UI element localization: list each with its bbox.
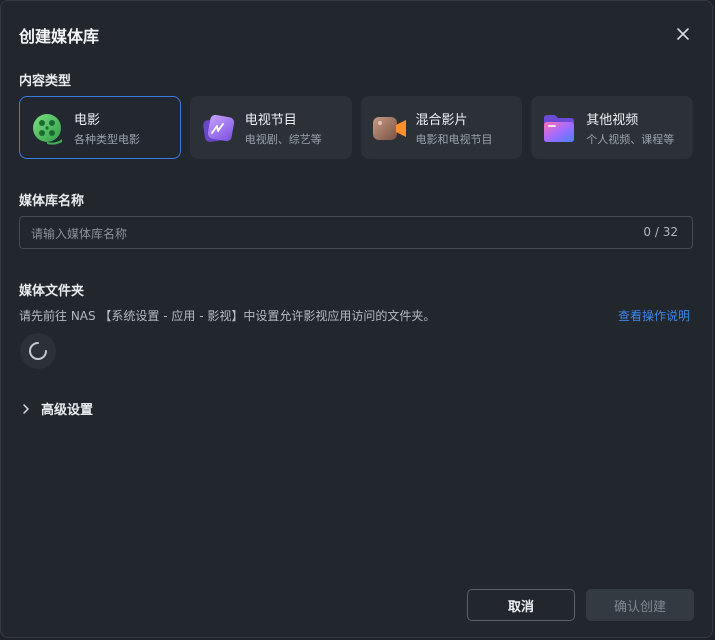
loading-spinner — [20, 333, 56, 369]
type-desc: 电影和电视节目 — [415, 132, 493, 146]
library-name-label: 媒体库名称 — [19, 194, 85, 209]
close-button[interactable] — [672, 23, 694, 45]
content-type-options: 电影 各种类型电影 电视节目 电视剧、综艺等 混合影片 电影和电视节目 其他视频… — [19, 96, 693, 159]
type-name: 电视节目 — [244, 112, 297, 128]
type-name: 混合影片 — [415, 112, 468, 128]
library-name-input[interactable] — [20, 217, 633, 250]
chevron-right-icon — [23, 403, 29, 414]
type-desc: 电视剧、综艺等 — [244, 132, 322, 146]
type-desc: 各种类型电影 — [74, 132, 140, 146]
spinner-icon — [29, 342, 47, 360]
cancel-button[interactable]: 取消 — [467, 589, 575, 621]
movie-reel-icon — [33, 113, 62, 145]
advanced-settings-toggle[interactable]: 高级设置 — [19, 399, 93, 418]
type-name: 电影 — [74, 112, 101, 128]
close-icon — [677, 28, 689, 40]
media-folder-hint: 请先前往 NAS 【系统设置 - 应用 - 影视】中设置允许影视应用访问的文件夹… — [19, 309, 436, 323]
confirm-create-button[interactable]: 确认创建 — [586, 589, 694, 621]
library-name-field: 0 / 32 — [19, 216, 693, 250]
dialog-title: 创建媒体库 — [19, 27, 100, 46]
type-desc: 个人视频、课程等 — [586, 132, 675, 146]
media-folder-label: 媒体文件夹 — [19, 284, 85, 299]
content-type-label: 内容类型 — [19, 74, 72, 89]
type-name: 其他视频 — [586, 112, 639, 128]
video-camera-icon — [372, 116, 406, 140]
type-card-other[interactable]: 其他视频 个人视频、课程等 — [531, 96, 693, 159]
create-library-dialog: 创建媒体库 内容类型 电影 各种类型电影 电视节目 电视剧、综艺等 混合影片 电… — [0, 0, 713, 638]
folder-icon — [544, 114, 575, 142]
view-instructions-link[interactable]: 查看操作说明 — [618, 307, 690, 324]
type-card-tv[interactable]: 电视节目 电视剧、综艺等 — [189, 96, 352, 159]
tv-icon — [202, 114, 234, 142]
advanced-settings-label: 高级设置 — [41, 403, 94, 418]
type-card-mixed[interactable]: 混合影片 电影和电视节目 — [360, 96, 523, 159]
type-card-movie[interactable]: 电影 各种类型电影 — [19, 96, 181, 159]
char-counter: 0 / 32 — [643, 225, 678, 239]
